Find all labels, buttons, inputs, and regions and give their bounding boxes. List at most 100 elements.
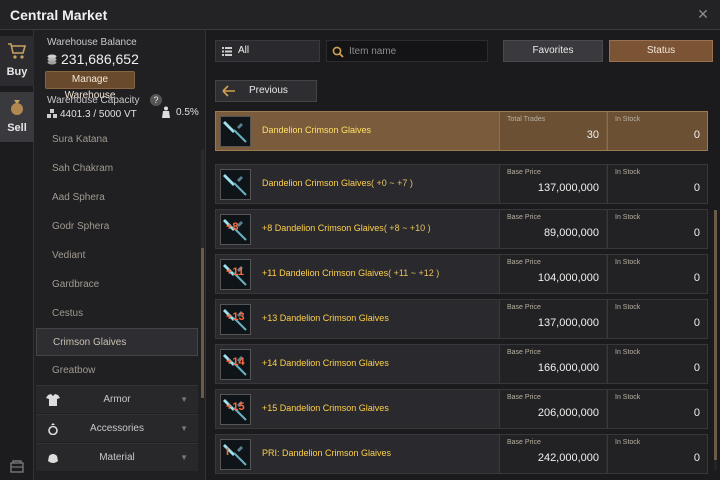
in-stock-label: In Stock <box>615 169 641 176</box>
in-stock-value: 0 <box>693 129 700 141</box>
enhance-range: ( +11 ~ +12 ) <box>388 268 440 278</box>
category-item[interactable]: Gardbrace <box>36 271 198 299</box>
in-stock-cell: In Stock 0 <box>607 390 707 428</box>
base-price-label: Base Price <box>507 304 541 311</box>
capacity-icon <box>47 109 57 118</box>
sell-tab[interactable]: Sell <box>0 92 34 142</box>
category-list: Sura Katana Sah Chakram Aad Sphera Godr … <box>34 126 206 480</box>
in-stock-value: 0 <box>693 452 700 464</box>
enhance-range: ( +0 ~ +7 ) <box>371 178 413 188</box>
category-item[interactable]: Sura Katana <box>36 126 198 154</box>
item-name: +8 Dandelion Crimson Glaives( +8 ~ +10 ) <box>262 223 431 233</box>
listing-row[interactable]: +11 +11 Dandelion Crimson Glaives( +11 ~… <box>215 254 708 294</box>
item-name-text: +15 Dandelion Crimson Glaives <box>262 403 389 413</box>
base-price-cell: Base Price 242,000,000 <box>499 435 606 473</box>
item-name: +15 Dandelion Crimson Glaives <box>262 403 389 413</box>
base-price-value: 206,000,000 <box>537 407 599 419</box>
in-stock-label: In Stock <box>615 116 641 123</box>
category-group-accessories[interactable]: Accessories ▼ <box>36 414 198 442</box>
in-stock-label: In Stock <box>615 394 641 401</box>
base-price-value: 137,000,000 <box>537 317 599 329</box>
category-item[interactable]: Sah Chakram <box>36 155 198 183</box>
warehouse-balance-label: Warehouse Balance <box>47 37 137 48</box>
buy-tab[interactable]: Buy <box>0 36 34 86</box>
favorites-button[interactable]: Favorites <box>503 40 603 62</box>
in-stock-value: 0 <box>693 272 700 284</box>
in-stock-cell: In Stock 0 <box>607 435 707 473</box>
category-group-armor[interactable]: Armor ▼ <box>36 385 198 413</box>
selected-item-header[interactable]: Dandelion Crimson Glaives Total Trades 3… <box>215 111 708 151</box>
weight-percent: 0.5% <box>160 106 199 118</box>
search-input[interactable] <box>349 44 483 59</box>
category-item[interactable]: Cestus <box>36 300 198 328</box>
category-item-selected[interactable]: Crimson Glaives <box>36 328 198 356</box>
category-item[interactable]: Greatbow <box>36 357 198 385</box>
scrollbar-thumb[interactable] <box>201 248 204 398</box>
base-price-label: Base Price <box>507 214 541 221</box>
in-stock-label: In Stock <box>615 214 641 221</box>
listing-row[interactable]: +15 +15 Dandelion Crimson Glaives Base P… <box>215 389 708 429</box>
base-price-value: 166,000,000 <box>537 362 599 374</box>
base-price-cell: Base Price 206,000,000 <box>499 390 606 428</box>
search-icon <box>332 46 344 58</box>
arrow-left-icon <box>222 85 235 97</box>
listing-row[interactable]: +13 +13 Dandelion Crimson Glaives Base P… <box>215 299 708 339</box>
chevron-down-icon: ▼ <box>180 395 188 404</box>
category-item[interactable]: Aad Sphera <box>36 184 198 212</box>
listing-row[interactable]: +14 +14 Dandelion Crimson Glaives Base P… <box>215 344 708 384</box>
listing-row[interactable]: +8 +8 Dandelion Crimson Glaives( +8 ~ +1… <box>215 209 708 249</box>
in-stock-value: 0 <box>693 227 700 239</box>
in-stock-label: In Stock <box>615 349 641 356</box>
previous-label: Previous <box>249 85 288 96</box>
scrollbar-thumb[interactable] <box>714 210 717 460</box>
in-stock-cell: In Stock 0 <box>607 112 707 150</box>
previous-button[interactable]: Previous <box>215 80 317 102</box>
help-icon[interactable]: ? <box>150 94 162 106</box>
base-price-cell: Base Price 166,000,000 <box>499 345 606 383</box>
total-trades-cell: Total Trades 30 <box>499 112 606 150</box>
balance-value: 231,686,652 <box>61 51 139 67</box>
base-price-cell: Base Price 137,000,000 <box>499 165 606 203</box>
item-name: Dandelion Crimson Glaives( +0 ~ +7 ) <box>262 178 413 188</box>
listing-scrollbar[interactable] <box>714 210 717 470</box>
sell-tab-label: Sell <box>7 122 27 134</box>
in-stock-cell: In Stock 0 <box>607 210 707 248</box>
in-stock-cell: In Stock 0 <box>607 255 707 293</box>
material-icon <box>48 454 58 463</box>
category-scrollbar[interactable] <box>201 150 204 398</box>
category-item[interactable]: Godr Sphera <box>36 213 198 241</box>
weight-icon <box>162 106 170 118</box>
glaive-icon <box>221 170 250 199</box>
title-bar: Central Market ✕ <box>0 0 720 30</box>
warehouse-capacity-label: Warehouse Capacity <box>47 95 140 106</box>
item-name-text: PRI: Dandelion Crimson Glaives <box>262 448 392 458</box>
money-bag-icon <box>11 100 23 115</box>
item-name: +14 Dandelion Crimson Glaives <box>262 358 389 368</box>
item-name-text: Dandelion Crimson Glaives <box>262 178 372 188</box>
base-price-value: 104,000,000 <box>537 272 599 284</box>
category-item[interactable]: Vediant <box>36 242 198 270</box>
filter-all-label: All <box>238 45 250 56</box>
item-name-text: +11 Dandelion Crimson Glaives <box>262 268 389 278</box>
listing-row[interactable]: Dandelion Crimson Glaives( +0 ~ +7 ) Bas… <box>215 164 708 204</box>
weight-percent-value: 0.5% <box>176 107 199 118</box>
warehouse-capacity: 4401.3 / 5000 VT <box>47 109 137 120</box>
capacity-value: 4401.3 / 5000 VT <box>60 109 137 120</box>
category-panel: Warehouse Balance 231,686,652 Manage War… <box>34 30 206 480</box>
status-button[interactable]: Status <box>609 40 713 62</box>
silver-coin-icon <box>47 54 57 65</box>
item-name: +13 Dandelion Crimson Glaives <box>262 313 389 323</box>
item-name: +11 Dandelion Crimson Glaives( +11 ~ +12… <box>262 268 439 278</box>
total-trades-value: 30 <box>586 129 599 141</box>
listing-row[interactable]: I PRI: Dandelion Crimson Glaives Base Pr… <box>215 434 708 474</box>
listing-panel: All Favorites Status Previous Dandelion … <box>207 30 720 480</box>
filter-all-dropdown[interactable]: All <box>215 40 320 62</box>
close-icon[interactable]: ✕ <box>694 5 712 23</box>
item-name-text: +14 Dandelion Crimson Glaives <box>262 358 389 368</box>
enhance-level: +15 <box>226 401 245 413</box>
storage-icon[interactable] <box>9 458 25 474</box>
search-box[interactable] <box>326 40 488 62</box>
manage-warehouse-button[interactable]: Manage Warehouse <box>45 71 135 101</box>
list-icon <box>222 47 232 56</box>
category-group-material[interactable]: Material ▼ <box>36 443 198 471</box>
